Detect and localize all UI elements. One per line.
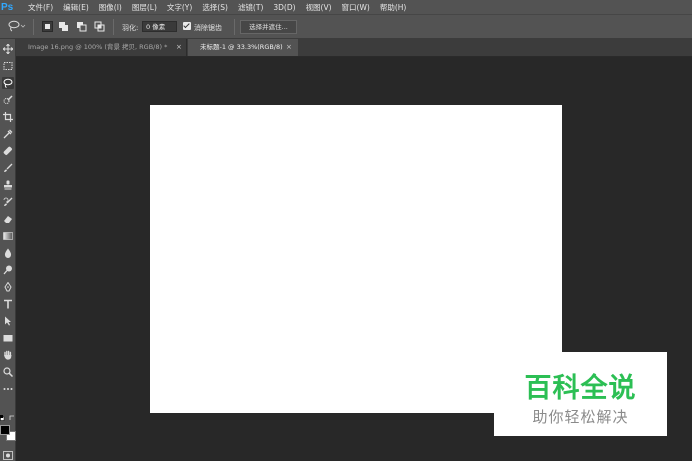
stamp-tool[interactable] bbox=[2, 179, 14, 191]
feather-input[interactable]: 0 像素 bbox=[142, 21, 177, 32]
subtract-selection-button[interactable] bbox=[76, 21, 87, 32]
hand-tool[interactable] bbox=[2, 349, 14, 361]
eraser-tool[interactable] bbox=[2, 213, 14, 225]
history-brush-tool[interactable] bbox=[2, 196, 14, 208]
marquee-tool[interactable] bbox=[2, 60, 14, 72]
menu-layer[interactable]: 图层(L) bbox=[127, 2, 162, 13]
more-icon bbox=[3, 388, 13, 390]
zoom-icon bbox=[3, 367, 13, 377]
options-divider bbox=[234, 19, 235, 35]
hand-icon bbox=[4, 350, 12, 360]
tab-untitled-1[interactable]: 未标题-1 @ 33.3%(RGB/8) × bbox=[188, 39, 298, 56]
menu-window[interactable]: 窗口(W) bbox=[337, 2, 375, 13]
options-divider bbox=[113, 19, 114, 35]
path-select-icon bbox=[5, 316, 11, 326]
quick-select-icon bbox=[3, 95, 13, 104]
default-colors-icon[interactable] bbox=[0, 415, 6, 421]
feather-label: 羽化: bbox=[122, 24, 139, 32]
close-icon[interactable]: × bbox=[286, 39, 292, 56]
rectangle-icon bbox=[3, 335, 13, 342]
tab-image16[interactable]: Image 16.png @ 100% (背景 拷贝, RGB/8) * × bbox=[16, 39, 187, 56]
brush-tool[interactable] bbox=[2, 162, 14, 174]
brush-icon bbox=[4, 163, 13, 172]
rectangle-tool[interactable] bbox=[2, 332, 14, 344]
dodge-icon bbox=[3, 265, 12, 275]
intersect-selection-button[interactable] bbox=[94, 21, 105, 32]
menu-file[interactable]: 文件(F) bbox=[23, 2, 58, 13]
pen-tool[interactable] bbox=[2, 281, 14, 293]
menu-3d[interactable]: 3D(D) bbox=[268, 3, 300, 12]
new-selection-button[interactable] bbox=[42, 21, 53, 32]
eyedropper-icon bbox=[3, 129, 13, 139]
dodge-tool[interactable] bbox=[2, 264, 14, 276]
lasso-tool[interactable] bbox=[2, 77, 14, 89]
history-brush-icon bbox=[3, 197, 13, 206]
lasso-icon[interactable] bbox=[8, 20, 26, 32]
swap-colors-icon[interactable] bbox=[9, 415, 15, 421]
document-tabs: Image 16.png @ 100% (背景 拷贝, RGB/8) * × 未… bbox=[16, 39, 692, 57]
antialias-checkbox[interactable] bbox=[183, 22, 191, 30]
blur-icon bbox=[4, 248, 12, 258]
more-tools-button[interactable] bbox=[2, 383, 14, 395]
healing-tool[interactable] bbox=[2, 145, 14, 157]
crop-tool[interactable] bbox=[2, 111, 14, 123]
options-divider bbox=[33, 19, 34, 35]
menu-filter[interactable]: 滤镜(T) bbox=[233, 2, 268, 13]
photoshop-logo: Ps bbox=[1, 1, 14, 13]
move-tool[interactable] bbox=[2, 43, 14, 55]
menu-edit[interactable]: 编辑(E) bbox=[58, 2, 94, 13]
menu-image[interactable]: 图像(I) bbox=[94, 2, 127, 13]
pen-icon bbox=[4, 282, 12, 292]
gradient-icon bbox=[3, 232, 13, 240]
menu-select[interactable]: 选择(S) bbox=[197, 2, 233, 13]
type-tool[interactable] bbox=[2, 298, 14, 310]
path-select-tool[interactable] bbox=[2, 315, 14, 327]
select-and-mask-button[interactable]: 选择并遮住... bbox=[240, 20, 297, 34]
move-icon bbox=[3, 44, 13, 54]
gradient-tool[interactable] bbox=[2, 230, 14, 242]
crop-icon bbox=[3, 112, 13, 122]
menu-type[interactable]: 文字(Y) bbox=[162, 2, 197, 13]
lasso-icon bbox=[3, 78, 13, 88]
options-bar: 羽化: 0 像素 消除锯齿 选择并遮住... bbox=[0, 14, 692, 39]
foreground-color-swatch[interactable] bbox=[0, 425, 10, 435]
quick-select-tool[interactable] bbox=[2, 94, 14, 106]
eyedropper-tool[interactable] bbox=[2, 128, 14, 140]
add-selection-button[interactable] bbox=[58, 21, 69, 32]
stamp-icon bbox=[4, 180, 12, 190]
healing-icon bbox=[3, 146, 12, 155]
zoom-tool[interactable] bbox=[2, 366, 14, 378]
quick-mask-icon[interactable] bbox=[3, 451, 13, 460]
blur-tool[interactable] bbox=[2, 247, 14, 259]
menu-help[interactable]: 帮助(H) bbox=[375, 2, 412, 13]
watermark-subtitle: 助你轻松解决 bbox=[532, 408, 629, 426]
menu-bar: Ps 文件(F) 编辑(E) 图像(I) 图层(L) 文字(Y) 选择(S) 滤… bbox=[0, 0, 692, 14]
tools-panel bbox=[0, 39, 16, 461]
watermark-title: 百科全说 bbox=[524, 373, 637, 404]
menu-view[interactable]: 视图(V) bbox=[301, 2, 337, 13]
tab-label: 未标题-1 @ 33.3%(RGB/8) bbox=[200, 43, 283, 51]
marquee-icon bbox=[3, 62, 13, 70]
watermark: 百科全说 助你轻松解决 bbox=[494, 352, 667, 436]
eraser-icon bbox=[4, 216, 12, 223]
type-icon bbox=[4, 299, 12, 309]
tab-label: Image 16.png @ 100% (背景 拷贝, RGB/8) * bbox=[28, 43, 168, 51]
close-icon[interactable]: × bbox=[176, 39, 182, 56]
antialias-label: 消除锯齿 bbox=[194, 24, 222, 32]
